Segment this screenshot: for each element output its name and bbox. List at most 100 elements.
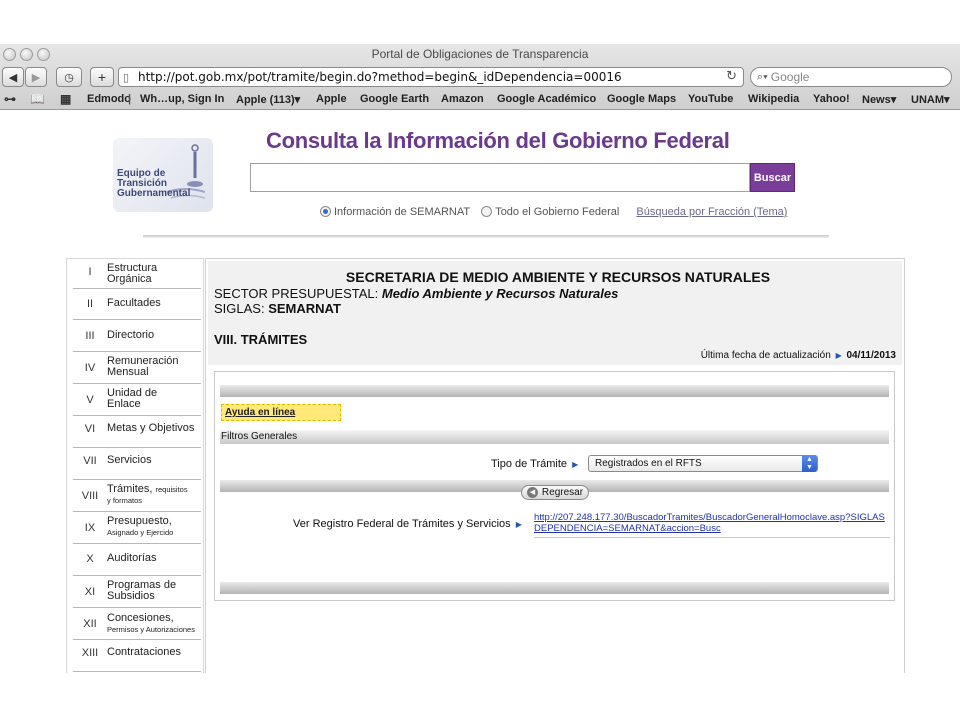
- sidebar-item-number: VII: [83, 455, 97, 467]
- browser-toolbar: ◀ ▶ ◷ + ▯ http://pot.gob.mx/pot/tramite/…: [0, 65, 960, 89]
- sidebar-item-number: V: [86, 394, 94, 406]
- reading-list-icon[interactable]: ⊶: [4, 92, 16, 106]
- sidebar-item-directorio[interactable]: III Directorio: [73, 321, 201, 352]
- tramites-panel: SECRETARIA DE MEDIO AMBIENTE Y RECURSOS …: [205, 258, 905, 673]
- sidebar-item-label: Remuneración Mensual: [107, 355, 179, 378]
- sidebar-item-label: Presupuesto, Asignado y Ejercido: [107, 515, 174, 538]
- sidebar-item-label: Auditorías: [107, 552, 157, 564]
- sidebar-item-label: Estructura Orgánica: [107, 262, 158, 285]
- sidebar-item-number: IX: [84, 522, 96, 534]
- title-bar: Portal de Obligaciones de Transparencia: [0, 44, 960, 65]
- sidebar-item-concesiones[interactable]: XII Concesiones, Permisos y Autorizacione…: [73, 609, 201, 640]
- bookmarks-bar: ⊶ 📖 ▦ Edmodo | Wh…up, Sign In Apple (113…: [0, 90, 960, 109]
- top-sites-grid-icon[interactable]: ▦: [60, 92, 71, 106]
- bookmark-unam-folder[interactable]: UNAM▾: [911, 93, 950, 106]
- browser-search-placeholder: Google: [770, 70, 810, 84]
- bookmark-news-folder[interactable]: News▾: [862, 93, 896, 106]
- bookmark-yahoo[interactable]: Yahoo!: [813, 93, 850, 105]
- arrow-right-icon: ▶: [835, 351, 842, 360]
- sidebar-item-number: VI: [84, 423, 96, 435]
- sidebar-item-estructura-organica[interactable]: I Estructura Orgánica: [73, 259, 201, 289]
- bookmark-wikipedia[interactable]: Wikipedia: [748, 93, 799, 105]
- bookmark-google-earth[interactable]: Google Earth: [360, 93, 429, 105]
- bookmark-separator: |: [128, 93, 132, 105]
- site-title: Consulta la Información del Gobierno Fed…: [266, 128, 730, 153]
- registro-federal-label: Ver Registro Federal de Trámites y Servi…: [293, 518, 522, 530]
- sidebar-item-number: IV: [84, 362, 96, 374]
- sidebar-item-unidad-de-enlace[interactable]: V Unidad de Enlace: [73, 385, 201, 416]
- radio-semarnat[interactable]: [320, 206, 331, 217]
- sidebar-item-facultades[interactable]: II Facultades: [73, 290, 201, 320]
- bookmark-amazon[interactable]: Amazon: [441, 93, 484, 105]
- sidebar-item-number: XII: [83, 618, 97, 630]
- update-date: 04/11/2013: [846, 350, 897, 361]
- regresar-button[interactable]: ◀ Regresar: [521, 485, 589, 500]
- sidebar-item-auditorias[interactable]: X Auditorías: [73, 545, 201, 576]
- tipo-tramite-label: Tipo de Trámite ▶: [491, 458, 579, 470]
- sector-label: SECTOR PRESUPUESTAL:: [214, 286, 379, 301]
- back-circle-icon: ◀: [526, 487, 538, 498]
- bookmarks-book-icon[interactable]: 📖: [30, 92, 45, 106]
- forward-button[interactable]: ▶: [25, 67, 47, 87]
- radio-semarnat-label[interactable]: Información de SEMARNAT: [334, 206, 470, 218]
- tipo-tramite-select[interactable]: Registrados en el RFTS ▲ ▼: [588, 455, 818, 472]
- buscar-button[interactable]: Buscar: [750, 163, 795, 192]
- sidebar-item-number: II: [86, 298, 94, 310]
- history-button[interactable]: ◷: [56, 67, 82, 87]
- siglas-label: SIGLAS:: [214, 301, 265, 316]
- sidebar-item-number: XI: [84, 586, 96, 598]
- radio-todo-gobierno-label[interactable]: Todo el Gobierno Federal: [495, 206, 619, 218]
- sidebar-item-contrataciones[interactable]: XIII Contrataciones: [73, 641, 201, 672]
- tipo-tramite-selected: Registrados en el RFTS: [595, 458, 702, 469]
- tramites-form: Ayuda en línea Filtros Generales Tipo de…: [214, 371, 895, 601]
- back-button[interactable]: ◀: [2, 67, 24, 87]
- bookmark-apple-folder[interactable]: Apple (113)▾: [236, 93, 300, 106]
- sidebar-item-programas-de-subsidios[interactable]: XI Programas de Subsidios: [73, 577, 201, 608]
- url-bar[interactable]: ▯ http://pot.gob.mx/pot/tramite/begin.do…: [118, 67, 744, 87]
- sidebar-item-number: VIII: [81, 490, 99, 502]
- forward-arrow-icon: ▶: [31, 71, 41, 84]
- secretaria-title: SECRETARIA DE MEDIO AMBIENTE Y RECURSOS …: [345, 269, 771, 285]
- sidebar-item-servicios[interactable]: VII Servicios: [73, 449, 201, 480]
- bookmark-sign-in[interactable]: Wh…up, Sign In: [140, 93, 224, 105]
- window-title: Portal de Obligaciones de Transparencia: [371, 47, 589, 61]
- sidebar-item-label: Programas de Subsidios: [107, 579, 177, 602]
- sidebar-item-presupuesto[interactable]: IX Presupuesto, Asignado y Ejercido: [73, 513, 201, 544]
- fracciones-sidebar: I Estructura Orgánica II Facultades III D…: [66, 258, 204, 673]
- back-arrow-icon: ◀: [8, 71, 18, 84]
- ayuda-en-linea-link[interactable]: Ayuda en línea: [221, 404, 341, 421]
- busqueda-fraccion-link[interactable]: Búsqueda por Fracción (Tema): [636, 206, 787, 218]
- browser-search-field[interactable]: ⌕▾ Google: [750, 67, 952, 87]
- sidebar-item-remuneracion-mensual[interactable]: IV Remuneración Mensual: [73, 353, 201, 384]
- sidebar-item-number: X: [86, 553, 94, 565]
- sidebar-item-label: Directorio: [107, 329, 155, 341]
- bookmark-edmodo[interactable]: Edmodo: [87, 93, 131, 105]
- arrow-right-icon: ▶: [572, 460, 579, 469]
- bookmark-google-maps[interactable]: Google Maps: [607, 93, 676, 105]
- bookmark-youtube[interactable]: YouTube: [688, 93, 733, 105]
- new-tab-button[interactable]: +: [90, 67, 114, 87]
- arrow-right-icon: ▶: [515, 520, 522, 529]
- form-bottom-bar: [220, 582, 889, 594]
- siglas-value: SEMARNAT: [268, 301, 341, 316]
- gobierno-search-input[interactable]: [250, 163, 750, 192]
- section-title: VIII. TRÁMITES: [214, 332, 308, 347]
- sidebar-item-label: Unidad de Enlace: [107, 387, 158, 410]
- bookmark-apple[interactable]: Apple: [316, 93, 347, 105]
- registro-federal-link[interactable]: http://207.248.177.30/BuscadorTramites/B…: [534, 512, 890, 538]
- sidebar-item-label: Facultades: [107, 297, 161, 309]
- regresar-label: Regresar: [541, 487, 584, 498]
- sidebar-item-metas-y-objetivos[interactable]: VI Metas y Objetivos: [73, 417, 201, 448]
- browser-chrome: Portal de Obligaciones de Transparencia …: [0, 44, 960, 110]
- sidebar-item-label: Trámites, requisitos y formatos: [107, 483, 188, 506]
- reload-icon[interactable]: ↻: [726, 69, 737, 84]
- logo-line-3: Gubernamental: [117, 188, 191, 199]
- equipo-transicion-logo[interactable]: Equipo de Transición Gubernamental: [113, 138, 213, 212]
- plus-icon: +: [97, 69, 107, 85]
- sidebar-item-label: Metas y Objetivos: [107, 422, 195, 434]
- sidebar-item-tramites[interactable]: VIII Trámites, requisitos y formatos: [73, 481, 201, 512]
- radio-todo-gobierno[interactable]: [481, 206, 493, 217]
- select-arrows-icon: ▲ ▼: [802, 455, 817, 472]
- bookmark-google-academico[interactable]: Google Académico: [497, 93, 596, 105]
- sector-presupuestal: SECTOR PRESUPUESTAL: Medio Ambiente y Re…: [214, 286, 618, 301]
